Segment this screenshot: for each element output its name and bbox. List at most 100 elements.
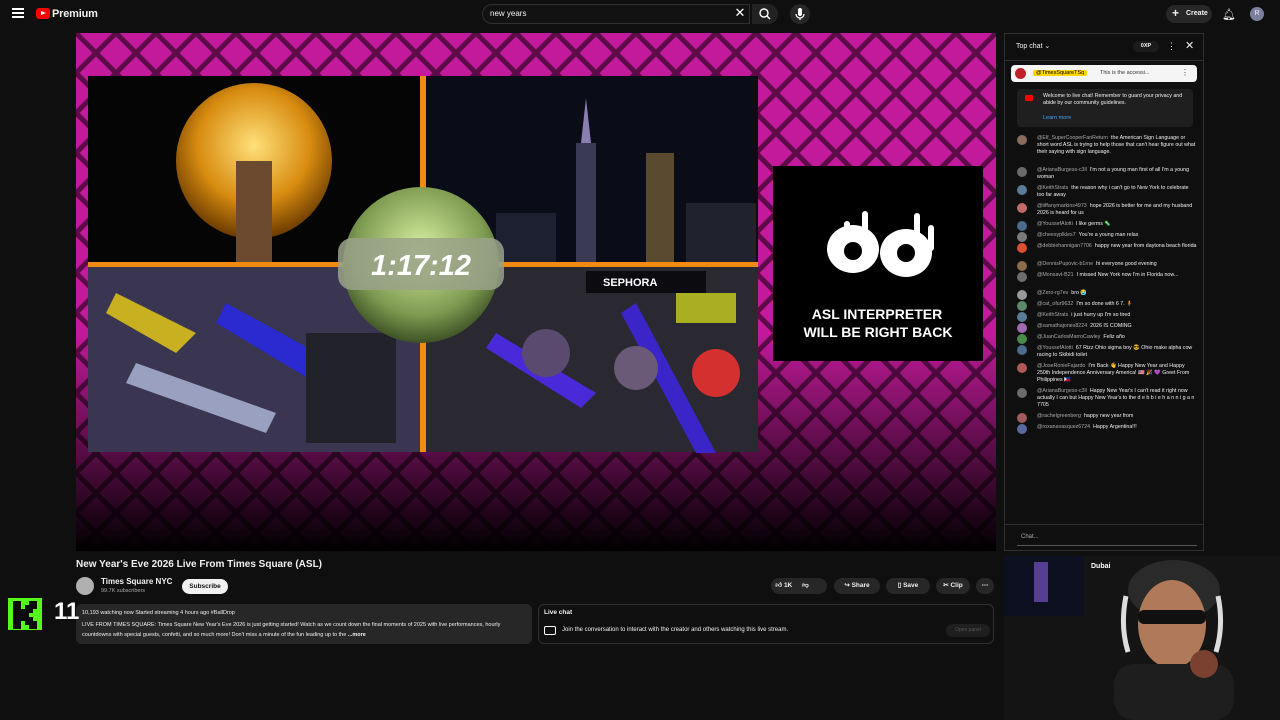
- chat-message[interactable]: @YoussefAlotti 67 Rizz Ohio sigma boy 😎 O…: [1017, 345, 1197, 359]
- bell-icon[interactable]: 🔔︎: [1222, 8, 1236, 21]
- chat-message[interactable]: @samathajones8224 2026 IS COMING: [1017, 323, 1197, 333]
- chat-message[interactable]: @YoussefAlotti I like germs 🦠: [1017, 221, 1197, 231]
- chat-author-avatar[interactable]: [1017, 413, 1027, 423]
- channel-avatar[interactable]: [76, 577, 94, 595]
- chat-message-text: I missed New York now I'm in Florida now…: [1076, 272, 1179, 278]
- chat-author-name[interactable]: @DennisPupovic-b1rne: [1037, 261, 1093, 267]
- chat-author-avatar[interactable]: [1017, 232, 1027, 242]
- chat-author-name[interactable]: @YoussefAlotti: [1037, 221, 1073, 227]
- chat-author-name[interactable]: @cheesyplkles7: [1037, 232, 1076, 238]
- clip-label: Clip: [950, 582, 963, 589]
- chat-message[interactable]: @Monsavt-B21 I missed New York now I'm in…: [1017, 272, 1197, 282]
- chat-author-avatar[interactable]: [1017, 243, 1027, 253]
- chat-author-avatar[interactable]: [1017, 261, 1027, 271]
- asl-line-1: ASL INTERPRETER: [812, 306, 942, 322]
- chat-message[interactable]: @ArianaBurgess-c3ll Happy New Year's I ca…: [1017, 388, 1197, 409]
- points-badge[interactable]: 0XP: [1133, 41, 1159, 52]
- subscribe-button[interactable]: Subscribe: [182, 579, 228, 594]
- youtube-logo-icon[interactable]: [36, 8, 50, 19]
- pinned-author: @TimesSquareTSq: [1033, 70, 1088, 76]
- chat-author-name[interactable]: @KeithStrats: [1037, 312, 1068, 318]
- subscriber-count: 99.7K subscribers: [101, 588, 146, 594]
- more-options-icon[interactable]: ⋮: [1167, 41, 1176, 52]
- more-actions-icon[interactable]: ⋯: [976, 578, 994, 594]
- chat-author-avatar[interactable]: [1017, 167, 1027, 177]
- chat-message[interactable]: @ArianaBurgess-c3ll I'm not a young man f…: [1017, 167, 1197, 181]
- chat-author-avatar[interactable]: [1017, 272, 1027, 282]
- chat-author-name[interactable]: @ArianaBurgess-c3ll: [1037, 388, 1087, 394]
- chat-message[interactable]: @KeithStrats the reason why i can't go to…: [1017, 185, 1197, 199]
- chat-author-name[interactable]: @JoseRonieFajardo: [1037, 363, 1085, 369]
- chat-author-avatar[interactable]: [1017, 363, 1027, 373]
- video-player[interactable]: SEPHORA 1:17:12 ASL INTERPRETER WILL BE …: [76, 33, 996, 551]
- chat-author-name[interactable]: @Zero-rg7ev: [1037, 290, 1068, 296]
- chat-message[interactable]: @KeithStrats i just hurry up I'm so tired: [1017, 312, 1197, 322]
- close-chat-icon[interactable]: ✕: [1185, 39, 1194, 52]
- chat-input-placeholder[interactable]: Chat...: [1021, 534, 1039, 540]
- save-button[interactable]: ▯ Save: [886, 578, 930, 594]
- chat-author-name[interactable]: @ArianaBurgess-c3ll: [1037, 167, 1087, 173]
- chat-message[interactable]: @cheesyplkles7 You're a young man relax: [1017, 232, 1197, 242]
- search-icon: [759, 8, 771, 20]
- chat-author-avatar[interactable]: [1017, 290, 1027, 300]
- chat-author-avatar[interactable]: [1017, 301, 1027, 311]
- chat-message[interactable]: @JuanCarlosMarroCawley Feliz año: [1017, 334, 1197, 344]
- chat-author-name[interactable]: @YoussefAlotti: [1037, 345, 1073, 351]
- chat-message[interactable]: @Zero-rg7ev bro 😭: [1017, 290, 1197, 300]
- chat-mode-dropdown[interactable]: Top chat ⌄: [1016, 42, 1050, 50]
- chat-author-name[interactable]: @samathajones8224: [1037, 323, 1087, 329]
- chat-author-name[interactable]: @tiffanymarkins4973: [1037, 203, 1087, 209]
- clear-search-icon[interactable]: ✕: [734, 6, 746, 19]
- chat-author-avatar[interactable]: [1017, 312, 1027, 322]
- chat-message[interactable]: @cat_ofur9632 I'm so done with 6 7. 🧍: [1017, 301, 1197, 311]
- chat-message[interactable]: @DennisPupovic-b1rne hi everyone good eve…: [1017, 261, 1197, 271]
- thumbs-up-icon[interactable]: 👍︎: [775, 582, 782, 589]
- like-count[interactable]: 1K: [784, 582, 792, 589]
- chat-author-avatar[interactable]: [1017, 203, 1027, 213]
- chat-message[interactable]: @tiffanymarkins4973 hope 2026 is better f…: [1017, 203, 1197, 217]
- video-title: New Year's Eve 2026 Live From Times Squa…: [76, 559, 323, 570]
- chat-input[interactable]: [1017, 531, 1197, 546]
- clip-button[interactable]: ✂ Clip: [936, 578, 970, 594]
- chat-author-avatar[interactable]: [1017, 221, 1027, 231]
- chat-message[interactable]: @Elf_SuperCooperFanReturn the American Si…: [1017, 135, 1197, 156]
- chat-message-text: Happy Argentina!!!: [1093, 424, 1137, 430]
- open-panel-button[interactable]: Open panel: [946, 624, 990, 637]
- chat-message[interactable]: @roxanavasquez6724 Happy Argentina!!!: [1017, 424, 1197, 434]
- channel-name[interactable]: Times Square NYC: [101, 577, 172, 586]
- chat-author-avatar[interactable]: [1017, 345, 1027, 355]
- chat-author-name[interactable]: @Monsavt-B21: [1037, 272, 1074, 278]
- create-label[interactable]: Create: [1186, 10, 1208, 17]
- thumbs-down-icon[interactable]: 👎︎: [802, 582, 809, 589]
- share-button[interactable]: ↪ Share: [834, 578, 880, 594]
- chat-author-name[interactable]: @roxanavasquez6724: [1037, 424, 1090, 430]
- menu-icon[interactable]: [12, 8, 24, 18]
- chat-bubble-icon: [544, 626, 556, 635]
- chat-author-avatar[interactable]: [1017, 135, 1027, 145]
- account-avatar[interactable]: R: [1250, 7, 1264, 21]
- chat-author-name[interactable]: @rachelgreenberg: [1037, 413, 1081, 419]
- chat-author-name[interactable]: @JuanCarlosMarroCawley: [1037, 334, 1100, 340]
- chat-message[interactable]: @rachelgreenberg happy new year from: [1017, 413, 1197, 423]
- chat-author-avatar[interactable]: [1017, 323, 1027, 333]
- chat-author-avatar[interactable]: [1017, 424, 1027, 434]
- chat-message[interactable]: @debbiehannigan7706 happy new year from d…: [1017, 243, 1197, 253]
- chat-author-avatar[interactable]: [1017, 185, 1027, 195]
- description-more-link[interactable]: ...more: [348, 632, 366, 638]
- chat-author-name[interactable]: @debbiehannigan7706: [1037, 243, 1092, 249]
- search-input-value[interactable]: new years: [490, 9, 526, 18]
- learn-more-link[interactable]: Learn more: [1043, 115, 1071, 121]
- chat-author-name[interactable]: @Elf_SuperCooperFanReturn: [1037, 135, 1108, 141]
- chat-author-name[interactable]: @cat_ofur9632: [1037, 301, 1073, 307]
- pinned-menu-icon[interactable]: ⋮: [1181, 68, 1189, 77]
- chat-message-text: 2026 IS COMING: [1090, 323, 1132, 329]
- chat-author-name[interactable]: @KeithStrats: [1037, 185, 1068, 191]
- voice-search-button[interactable]: [790, 4, 810, 24]
- search-button[interactable]: [752, 4, 778, 24]
- bookmark-icon: ▯: [897, 582, 902, 589]
- chat-message-text: happy new year from daytona beach florid…: [1094, 243, 1197, 249]
- logo-text[interactable]: Premium: [52, 8, 98, 20]
- chat-message[interactable]: @JoseRonieFajardo I'm Back 👋 Happy New Ye…: [1017, 363, 1197, 384]
- chat-author-avatar[interactable]: [1017, 388, 1027, 398]
- chat-author-avatar[interactable]: [1017, 334, 1027, 344]
